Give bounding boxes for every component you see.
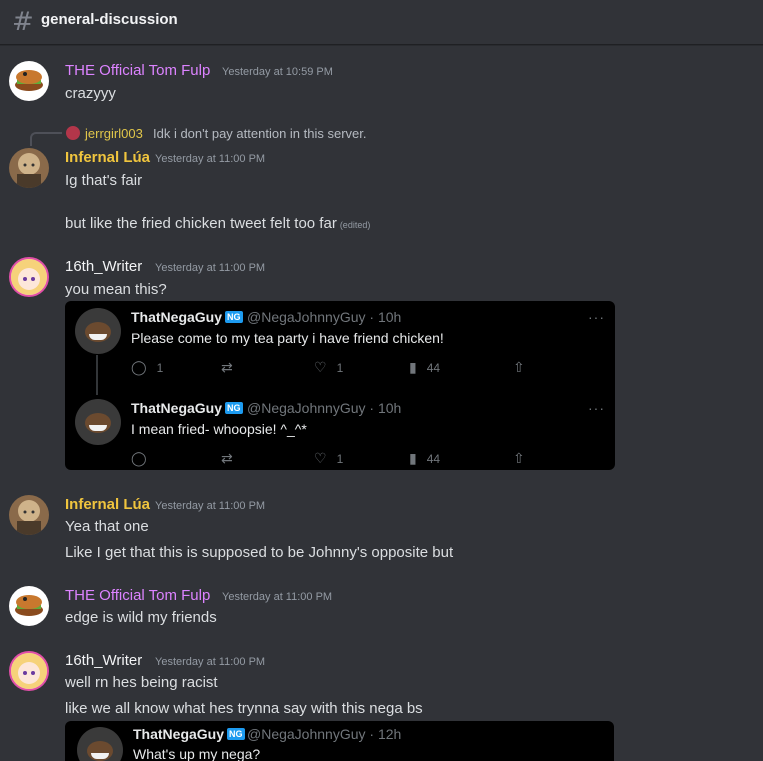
channel-header: # general-discussion — [0, 0, 763, 45]
tweet-badge: NG — [225, 402, 243, 414]
message-text: Ig that's fair — [65, 172, 143, 189]
avatar[interactable] — [9, 495, 49, 535]
reply-username[interactable]: jerrgirl003 — [85, 126, 143, 141]
timestamp: Yesterday at 11:00 PM — [155, 500, 266, 512]
avatar[interactable] — [9, 586, 49, 626]
tweet-badge: NG — [227, 728, 245, 740]
tweet-badge: NG — [225, 311, 243, 323]
username[interactable]: 16th_Writer — [65, 652, 142, 669]
timestamp: Yesterday at 11:00 PM — [155, 656, 266, 668]
message-text: like we all know what hes trynna say wit… — [65, 700, 423, 717]
reply-icon: ◯ — [131, 360, 147, 376]
tweet-avatar[interactable] — [77, 727, 123, 761]
like-count: 1 — [336, 361, 344, 375]
share-icon[interactable]: ⇧ — [513, 451, 535, 467]
like-action[interactable]: ♡ 1 — [314, 451, 343, 467]
more-icon[interactable]: ··· — [588, 400, 605, 416]
views-action[interactable]: ▮ 44 — [409, 360, 440, 376]
like-action[interactable]: ♡ 1 — [314, 360, 343, 376]
tweet-embed[interactable]: ThatNegaGuy NG @NegaJohnnyGuy · 10h ··· P… — [65, 301, 615, 470]
views-action[interactable]: ▮ 44 — [409, 451, 440, 467]
avatar[interactable] — [9, 651, 49, 691]
tweet-handle[interactable]: @NegaJohnnyGuy · 10h — [247, 309, 401, 325]
tweet-avatar[interactable] — [75, 399, 121, 445]
avatar[interactable] — [9, 148, 49, 188]
retweet-icon[interactable]: ⇄ — [221, 360, 243, 376]
reply-connector — [30, 132, 62, 146]
reply-avatar[interactable] — [66, 126, 80, 140]
tweet-text: Please come to my tea party i have frien… — [131, 330, 444, 346]
views-icon: ▮ — [409, 451, 417, 467]
share-icon[interactable]: ⇧ — [513, 360, 535, 376]
username[interactable]: THE Official Tom Fulp — [65, 62, 210, 79]
tweet-author-name: ThatNegaGuy — [133, 726, 225, 742]
avatar[interactable] — [9, 257, 49, 297]
thread-line — [96, 355, 98, 395]
edited-label: (edited) — [339, 220, 371, 230]
reply-count: 1 — [156, 361, 164, 375]
username[interactable]: THE Official Tom Fulp — [65, 587, 210, 604]
tweet-author-name: ThatNegaGuy — [131, 400, 223, 416]
message-text: but like the fried chicken tweet felt to… — [65, 215, 370, 232]
username[interactable]: Infernal Lúa — [65, 149, 150, 166]
message-text: crazyyy — [65, 85, 116, 102]
reply-preview[interactable]: Idk i don't pay attention in this server… — [153, 126, 367, 141]
username[interactable]: 16th_Writer — [65, 258, 142, 275]
reply-icon[interactable]: ◯ — [131, 451, 157, 467]
heart-icon: ♡ — [314, 360, 327, 376]
timestamp: Yesterday at 11:00 PM — [155, 262, 266, 274]
message-text: well rn hes being racist — [65, 674, 218, 691]
views-icon: ▮ — [409, 360, 417, 376]
timestamp: Yesterday at 11:00 PM — [222, 591, 333, 603]
more-icon[interactable]: ··· — [588, 309, 605, 325]
message-text: Like I get that this is supposed to be J… — [65, 544, 454, 561]
like-count: 1 — [336, 452, 344, 466]
tweet-author[interactable]: ThatNegaGuy NG — [131, 400, 243, 416]
view-count: 44 — [426, 452, 441, 466]
tweet-author-name: ThatNegaGuy — [131, 309, 223, 325]
reply-action[interactable]: ◯ 1 — [131, 360, 163, 376]
username[interactable]: Infernal Lúa — [65, 496, 150, 513]
view-count: 44 — [426, 361, 441, 375]
avatar[interactable] — [9, 61, 49, 101]
channel-name[interactable]: general-discussion — [41, 11, 178, 28]
tweet-text: I mean fried- whoopsie! ^_^* — [131, 421, 307, 437]
heart-icon: ♡ — [314, 451, 327, 467]
tweet-embed[interactable]: ThatNegaGuy NG @NegaJohnnyGuy · 12h What'… — [65, 721, 614, 761]
tweet-handle[interactable]: @NegaJohnnyGuy · 12h — [247, 726, 401, 742]
tweet-avatar[interactable] — [75, 308, 121, 354]
tweet-author[interactable]: ThatNegaGuy NG — [133, 726, 245, 742]
retweet-icon[interactable]: ⇄ — [221, 451, 243, 467]
tweet-handle[interactable]: @NegaJohnnyGuy · 10h — [247, 400, 401, 416]
message-line: but like the fried chicken tweet felt to… — [65, 215, 337, 232]
message-text: Yea that one — [65, 518, 149, 535]
tweet-text: What's up my nega? — [133, 746, 261, 761]
timestamp: Yesterday at 10:59 PM — [222, 66, 333, 78]
message-text: edge is wild my friends — [65, 609, 217, 626]
message-text: you mean this? — [65, 281, 167, 298]
timestamp: Yesterday at 11:00 PM — [155, 153, 266, 165]
tweet-author[interactable]: ThatNegaGuy NG — [131, 309, 243, 325]
hash-icon: # — [12, 7, 34, 37]
